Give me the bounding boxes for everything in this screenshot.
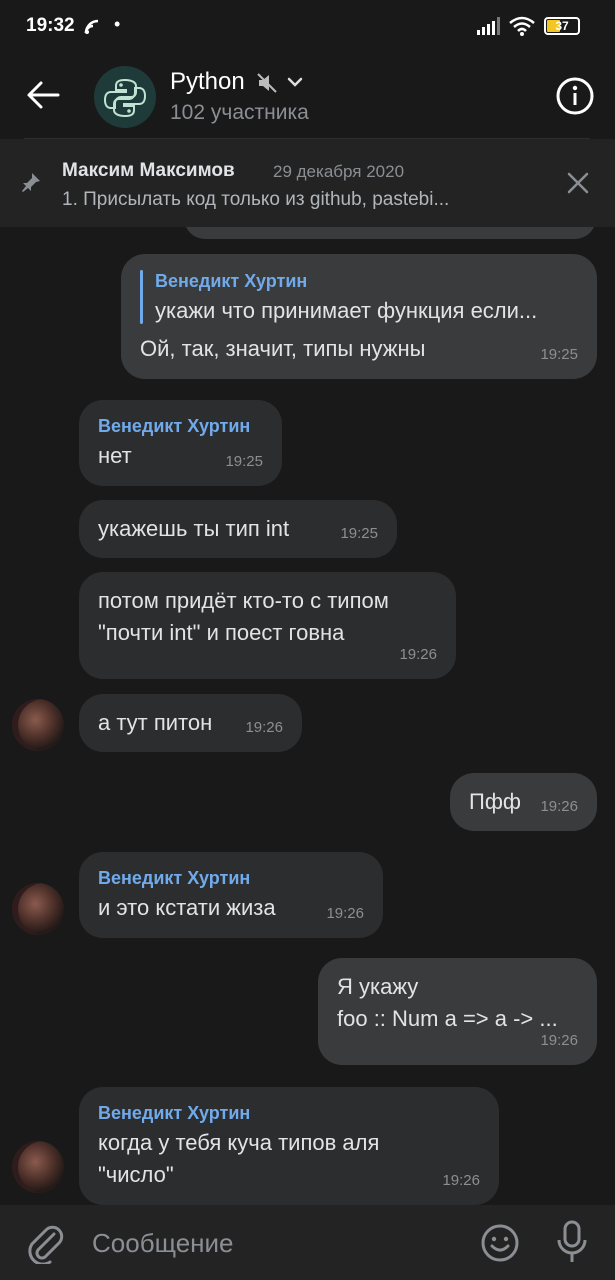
attach-icon[interactable] bbox=[26, 1224, 64, 1264]
pin-icon bbox=[22, 173, 40, 192]
emoji-icon[interactable] bbox=[480, 1223, 520, 1263]
battery-icon: 37 bbox=[544, 17, 580, 35]
info-icon[interactable] bbox=[555, 76, 595, 116]
message-text: а тут питон bbox=[98, 710, 213, 735]
python-logo-icon bbox=[103, 78, 147, 118]
message-input[interactable]: Сообщение bbox=[92, 1228, 234, 1259]
group-avatar[interactable] bbox=[94, 66, 156, 128]
sender-avatar[interactable] bbox=[12, 699, 64, 751]
message-bubble[interactable]: Я укажу foo :: Num a => a -> ... 19:26 bbox=[318, 958, 597, 1065]
message-sender[interactable]: Венедикт Хуртин bbox=[98, 866, 250, 890]
message-text: и это кстати жиза bbox=[98, 895, 276, 920]
message-text-line-2: "почти int" и поест говна bbox=[98, 620, 345, 645]
wifi-calling-icon bbox=[84, 19, 99, 34]
pinned-text: 1. Присылать код только из github, paste… bbox=[62, 189, 450, 210]
message-time: 19:25 bbox=[340, 525, 378, 542]
message-time: 19:26 bbox=[540, 798, 578, 815]
message-bubble[interactable]: Пфф 19:26 bbox=[450, 773, 597, 831]
message-bubble[interactable]: а тут питон 19:26 bbox=[79, 694, 302, 752]
message-sender[interactable]: Венедикт Хуртин bbox=[98, 414, 250, 438]
message-time: 19:25 bbox=[225, 453, 263, 470]
message-text: Пфф bbox=[469, 789, 522, 814]
chat-header: Python 102 участника bbox=[0, 56, 615, 138]
message-text-line-2: "число" bbox=[98, 1162, 174, 1187]
message-text-line-1: потом придёт кто-то с типом bbox=[98, 588, 389, 613]
message-bubble[interactable]: Венедикт Хуртин укажи что принимает функ… bbox=[121, 254, 597, 379]
message-text: укажешь ты тип int bbox=[98, 516, 290, 541]
back-arrow-icon[interactable] bbox=[26, 80, 60, 110]
message-bubble-partial[interactable] bbox=[184, 227, 596, 239]
message-text-line-1: Я укажу bbox=[337, 974, 419, 999]
battery-level: 37 bbox=[555, 19, 569, 33]
message-list[interactable]: Венедикт Хуртин укажи что принимает функ… bbox=[0, 227, 615, 1205]
message-time: 19:26 bbox=[540, 1032, 578, 1049]
message-time: 19:26 bbox=[245, 719, 283, 736]
more-dots-icon: • bbox=[114, 14, 121, 34]
reply-text: укажи что принимает функция если... bbox=[155, 298, 538, 323]
status-bar: 19:32 • 37 bbox=[0, 0, 615, 56]
members-count[interactable]: 102 участника bbox=[170, 101, 309, 125]
message-text-line-1: когда у тебя куча типов аля bbox=[98, 1130, 380, 1155]
message-time: 19:26 bbox=[442, 1172, 480, 1189]
pinned-message[interactable]: Максим Максимов 29 декабря 2020 1. Присы… bbox=[0, 139, 615, 227]
message-text-line-2: foo :: Num a => a -> ... bbox=[337, 1006, 558, 1031]
message-time: 19:25 bbox=[540, 346, 578, 363]
chat-title[interactable]: Python bbox=[170, 68, 245, 96]
message-sender[interactable]: Венедикт Хуртин bbox=[98, 1101, 250, 1125]
pinned-author: Максим Максимов bbox=[62, 160, 235, 181]
message-bubble[interactable]: Венедикт Хуртин нет 19:25 bbox=[79, 400, 282, 486]
sender-avatar[interactable] bbox=[12, 1141, 64, 1193]
message-bubble[interactable]: укажешь ты тип int 19:25 bbox=[79, 500, 397, 558]
status-time: 19:32 bbox=[26, 15, 75, 36]
pinned-date: 29 декабря 2020 bbox=[273, 162, 405, 181]
chevron-down-icon[interactable] bbox=[287, 77, 303, 89]
message-time: 19:26 bbox=[326, 905, 364, 922]
message-bubble[interactable]: Венедикт Хуртин и это кстати жиза 19:26 bbox=[79, 852, 383, 938]
message-composer: Сообщение bbox=[0, 1205, 615, 1280]
microphone-icon[interactable] bbox=[556, 1220, 588, 1266]
message-bubble[interactable]: потом придёт кто-то с типом "почти int" … bbox=[79, 572, 456, 679]
reply-bar bbox=[140, 270, 143, 324]
message-bubble[interactable]: Венедикт Хуртин когда у тебя куча типов … bbox=[79, 1087, 499, 1205]
muted-icon bbox=[257, 73, 277, 93]
message-text: нет bbox=[98, 443, 132, 468]
signal-icon bbox=[477, 17, 500, 35]
sender-avatar[interactable] bbox=[12, 883, 64, 935]
close-icon[interactable] bbox=[567, 172, 589, 194]
message-time: 19:26 bbox=[399, 646, 437, 663]
reply-author: Венедикт Хуртин bbox=[155, 271, 308, 291]
wifi-icon bbox=[509, 16, 535, 36]
message-text: Ой, так, значит, типы нужны bbox=[140, 336, 426, 361]
